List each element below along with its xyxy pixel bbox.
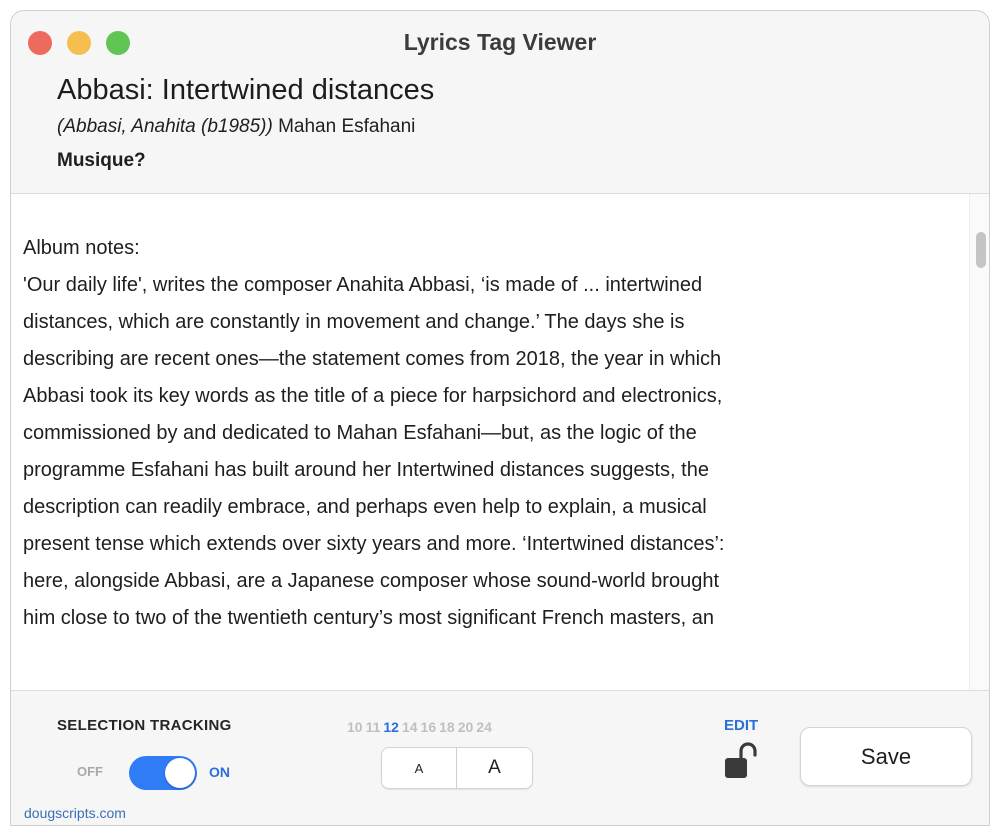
font-size-option[interactable]: 16 [421,719,437,735]
website-link[interactable]: dougscripts.com [24,805,126,821]
selection-tracking-label: SELECTION TRACKING [57,717,232,734]
lyrics-line: programme Esfahani has built around her … [23,459,709,481]
album-name: Musique? [57,150,146,171]
lyrics-line: distances, which are constantly in movem… [23,311,685,333]
selection-tracking-toggle[interactable] [129,756,197,790]
toggle-on-label: ON [209,764,230,780]
font-size-option[interactable]: 14 [402,719,418,735]
track-title: Abbasi: Intertwined distances [57,74,435,106]
lyrics-line: him close to two of the twentieth centur… [23,607,715,629]
lyrics-text-area[interactable]: Album notes: 'Our daily life', writes the… [11,193,989,691]
footer-controls: SELECTION TRACKING OFF ON 10 11 12 14 16 18 20… [11,691,989,825]
decrease-font-button[interactable]: A [381,747,457,789]
lyrics-line: Abbasi took its key words as the title o… [23,385,723,407]
lyrics-line: commissioned by and dedicated to Mahan E… [23,422,697,444]
font-size-list: 10 11 12 14 16 18 20 24 [347,719,495,735]
save-button[interactable]: Save [800,727,972,786]
credits-line: (Abbasi, Anahita (b1985)) Mahan Esfahani [57,115,434,139]
lyrics-line: present tense which extends over sixty y… [23,533,725,555]
font-size-option[interactable]: 12 [383,719,399,735]
lyrics-text[interactable]: Album notes: 'Our daily life', writes the… [23,230,963,637]
scrollbar-thumb[interactable] [976,232,986,268]
edit-label: EDIT [724,717,759,734]
lyrics-line: describing are recent ones—the statement… [23,348,722,370]
font-size-option[interactable]: 20 [458,719,474,735]
font-size-buttons: A A [381,747,533,789]
track-header: Abbasi: Intertwined distances (Abbasi, A… [57,73,434,173]
composer-name: (Abbasi, Anahita (b1985)) [57,116,273,137]
increase-font-button[interactable]: A [457,747,533,789]
font-size-option[interactable]: 18 [439,719,455,735]
artist-name: Mahan Esfahani [278,116,416,137]
toggle-off-label: OFF [77,764,103,779]
toggle-knob [165,758,195,788]
lyrics-line: Album notes: [23,237,140,259]
lyrics-line: description can readily embrace, and per… [23,496,707,518]
title-bar: Lyrics Tag Viewer [11,11,989,69]
font-size-option[interactable]: 11 [366,719,381,735]
lyrics-line: here, alongside Abbasi, are a Japanese c… [23,570,719,592]
vertical-scrollbar[interactable] [969,194,989,690]
font-size-option[interactable]: 10 [347,719,363,735]
font-size-option[interactable]: 24 [476,719,492,735]
lyrics-tag-viewer-window: Lyrics Tag Viewer Abbasi: Intertwined di… [10,10,990,826]
unlocked-padlock-icon[interactable] [723,741,757,786]
lyrics-line: 'Our daily life', writes the composer An… [23,274,703,296]
window-title: Lyrics Tag Viewer [403,29,597,55]
